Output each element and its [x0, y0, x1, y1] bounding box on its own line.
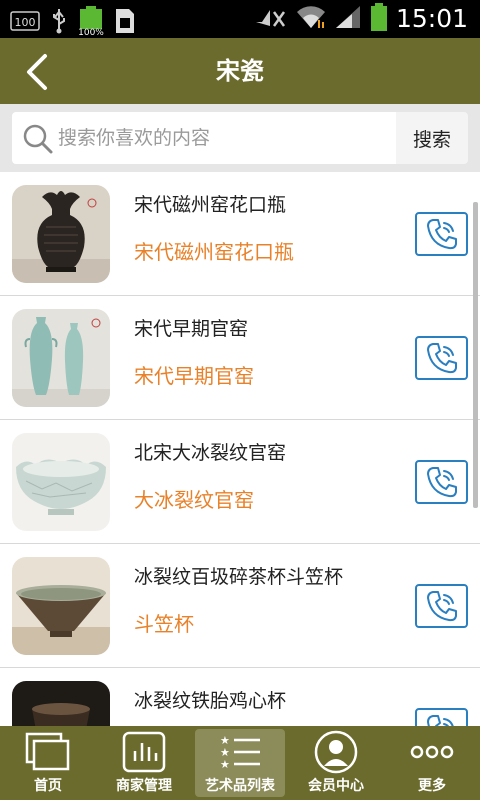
item-title: 宋代磁州窑花口瓶 [134, 194, 287, 216]
list-item[interactable]: 冰裂纹百圾碎茶杯斗笠杯 斗笠杯 [0, 544, 480, 668]
item-thumbnail [12, 433, 110, 531]
search-box [12, 112, 396, 164]
item-subtitle: 大冰裂纹官窑 [134, 488, 254, 512]
search-bar: 搜索 [0, 104, 480, 172]
status-bar: 100 100% 15:01 [0, 0, 480, 38]
item-thumbnail [12, 309, 110, 407]
nav-home[interactable]: 首页 [0, 726, 96, 800]
item-title: 宋代早期官窑 [134, 318, 249, 340]
nav-more[interactable]: 更多 [384, 726, 480, 800]
celadon-vases-image [12, 309, 110, 407]
battery-icon [370, 3, 388, 35]
app-header: 宋瓷 [0, 38, 480, 104]
star-list-icon: ★ ★ ★ [192, 730, 288, 774]
phone-icon [426, 343, 457, 374]
home-windows-icon [0, 730, 96, 774]
clock: 15:01 [395, 4, 468, 33]
call-button[interactable] [415, 584, 468, 628]
phone-icon [426, 219, 457, 250]
nav-member-center[interactable]: 会员中心 [288, 726, 384, 800]
item-subtitle: 宋代早期官窑 [134, 364, 254, 388]
item-thumbnail [12, 557, 110, 655]
bottom-nav: 首页 商家管理 ★ ★ ★ 艺术品列表 会员中心 更多 [0, 726, 480, 800]
item-subtitle: 斗笠杯 [134, 612, 194, 636]
item-subtitle: 宋代磁州窑花口瓶 [134, 240, 294, 264]
call-button[interactable] [415, 336, 468, 380]
item-title: 冰裂纹百圾碎茶杯斗笠杯 [134, 566, 344, 588]
signal-icon [334, 4, 362, 34]
conical-cup-image [12, 557, 110, 655]
nav-label: 首页 [34, 778, 62, 794]
chevron-left-icon [27, 54, 47, 90]
call-button[interactable] [415, 212, 468, 256]
item-thumbnail [12, 681, 110, 726]
more-dots-icon [384, 730, 480, 774]
artwork-list: 宋代磁州窑花口瓶 宋代磁州窑花口瓶 宋代早期官窑 宋代早期官窑 北宋大冰裂纹官窑… [0, 172, 480, 726]
crackle-bowl-image [12, 433, 110, 531]
back-button[interactable] [18, 52, 58, 92]
nav-label: 更多 [418, 778, 446, 794]
notification-100-icon: 100 [10, 10, 40, 36]
nav-label: 商家管理 [116, 778, 172, 794]
phone-icon [426, 715, 454, 726]
nav-label: 艺术品列表 [205, 778, 275, 794]
notification-badge: 100 [15, 16, 36, 29]
chart-box-icon [96, 730, 192, 774]
search-button[interactable]: 搜索 [396, 112, 468, 164]
search-icon [22, 123, 54, 159]
screenshot-icon [114, 8, 136, 38]
svg-text:★: ★ [220, 758, 230, 771]
app-screen: 100 100% 15:01 宋瓷 搜索你喜欢的内容 搜索 宋代磁州窑花口瓶 宋… [0, 0, 480, 800]
page-title: 宋瓷 [216, 57, 264, 85]
usb-icon [50, 8, 68, 38]
list-item[interactable]: 冰裂纹铁胎鸡心杯 [0, 668, 480, 726]
user-circle-icon [288, 730, 384, 774]
call-button[interactable] [415, 708, 468, 726]
item-title: 冰裂纹铁胎鸡心杯 [134, 690, 287, 712]
phone-icon [426, 467, 457, 498]
wifi-icon [296, 4, 326, 34]
nav-merchant[interactable]: 商家管理 [96, 726, 192, 800]
search-input[interactable] [58, 120, 388, 156]
nav-artwork-list[interactable]: ★ ★ ★ 艺术品列表 [192, 726, 288, 800]
item-thumbnail [12, 185, 110, 283]
mute-icon [254, 4, 288, 34]
list-item[interactable]: 北宋大冰裂纹官窑 大冰裂纹官窑 [0, 420, 480, 544]
black-vase-image [12, 185, 110, 283]
list-item[interactable]: 宋代早期官窑 宋代早期官窑 [0, 296, 480, 420]
scrollbar[interactable] [473, 202, 478, 508]
nav-label: 会员中心 [308, 778, 364, 794]
battery-100-icon: 100% [78, 6, 104, 40]
battery-percent: 100% [78, 28, 104, 36]
dark-cup-image [12, 681, 110, 726]
item-title: 北宋大冰裂纹官窑 [134, 442, 287, 464]
phone-icon [426, 591, 457, 622]
list-item[interactable]: 宋代磁州窑花口瓶 宋代磁州窑花口瓶 [0, 172, 480, 296]
call-button[interactable] [415, 460, 468, 504]
